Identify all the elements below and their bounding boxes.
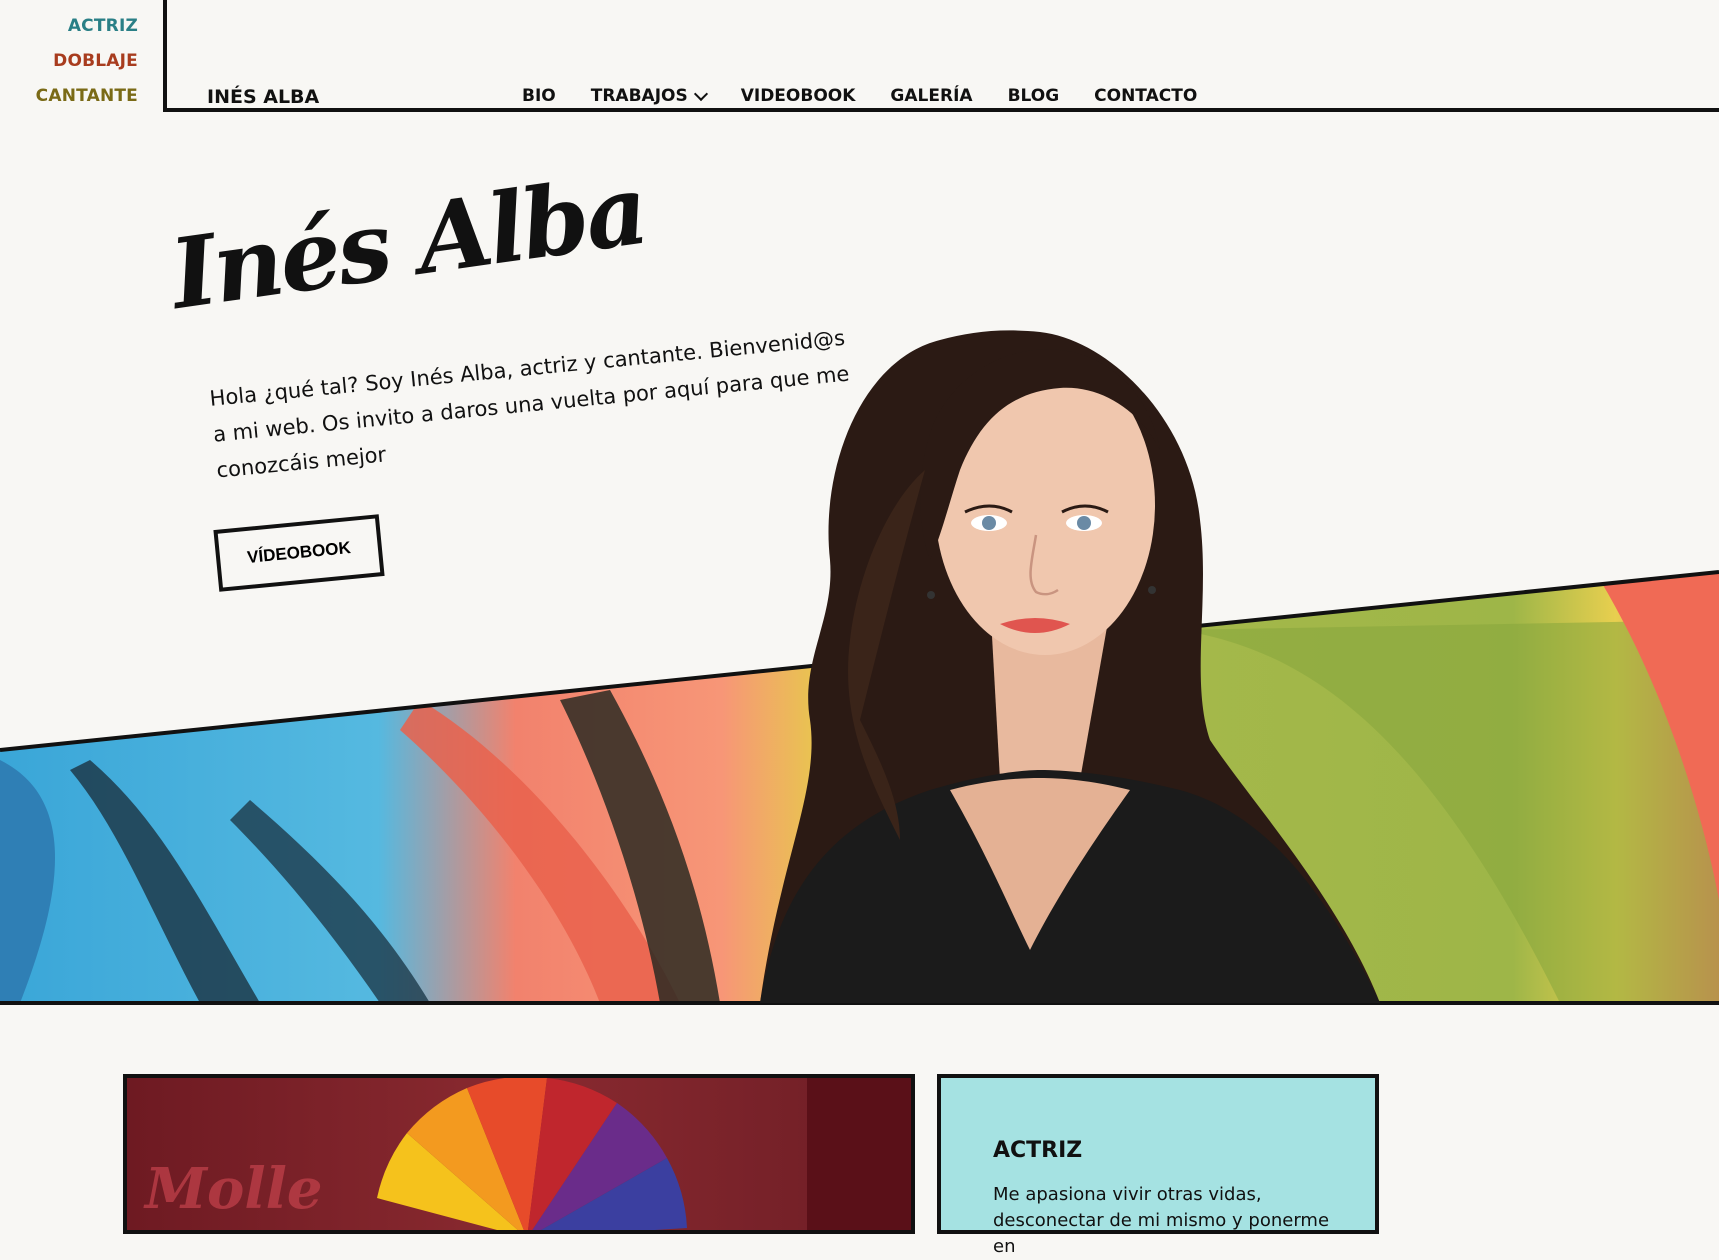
nav-bio-label: BIO bbox=[522, 86, 556, 106]
actress-photo-card[interactable]: Molle bbox=[123, 1074, 915, 1234]
actriz-card-body: Me apasiona vivir otras vidas, desconect… bbox=[993, 1184, 1330, 1257]
nav-trabajos-label: TRABAJOS bbox=[590, 86, 688, 106]
hero-artwork bbox=[0, 330, 1719, 1005]
site-brand[interactable]: INÉS ALBA bbox=[207, 86, 319, 108]
nav-blog[interactable]: BLOG bbox=[1008, 86, 1060, 106]
role-links: ACTRIZ DOBLAJE CANTANTE bbox=[0, 0, 164, 116]
nav-galeria[interactable]: GALERÍA bbox=[890, 86, 972, 106]
chevron-down-icon bbox=[693, 86, 708, 101]
nav-blog-label: BLOG bbox=[1007, 86, 1060, 106]
nav-trabajos[interactable]: TRABAJOS bbox=[590, 86, 708, 106]
role-link-doblaje[interactable]: DOBLAJE bbox=[53, 51, 138, 71]
nav-galeria-label: GALERÍA bbox=[890, 86, 973, 106]
umbrella-photo: Molle bbox=[143, 1078, 911, 1230]
nav-contacto[interactable]: CONTACTO bbox=[1094, 86, 1197, 106]
nav-bio[interactable]: BIO bbox=[522, 86, 556, 106]
nav-videobook-label: VIDEOBOOK bbox=[740, 86, 856, 106]
main-nav: BIO TRABAJOS VIDEOBOOK GALERÍA BLOG CONT… bbox=[522, 86, 1232, 106]
photo-sign-text: Molle bbox=[143, 1156, 323, 1222]
nav-contacto-label: CONTACTO bbox=[1094, 86, 1198, 106]
actriz-card: ACTRIZ Me apasiona vivir otras vidas, de… bbox=[937, 1074, 1379, 1257]
actriz-card-title: ACTRIZ bbox=[993, 1138, 1083, 1163]
nav-videobook[interactable]: VIDEOBOOK bbox=[741, 86, 856, 106]
role-link-actriz[interactable]: ACTRIZ bbox=[68, 16, 138, 36]
role-link-cantante[interactable]: CANTANTE bbox=[36, 86, 138, 106]
